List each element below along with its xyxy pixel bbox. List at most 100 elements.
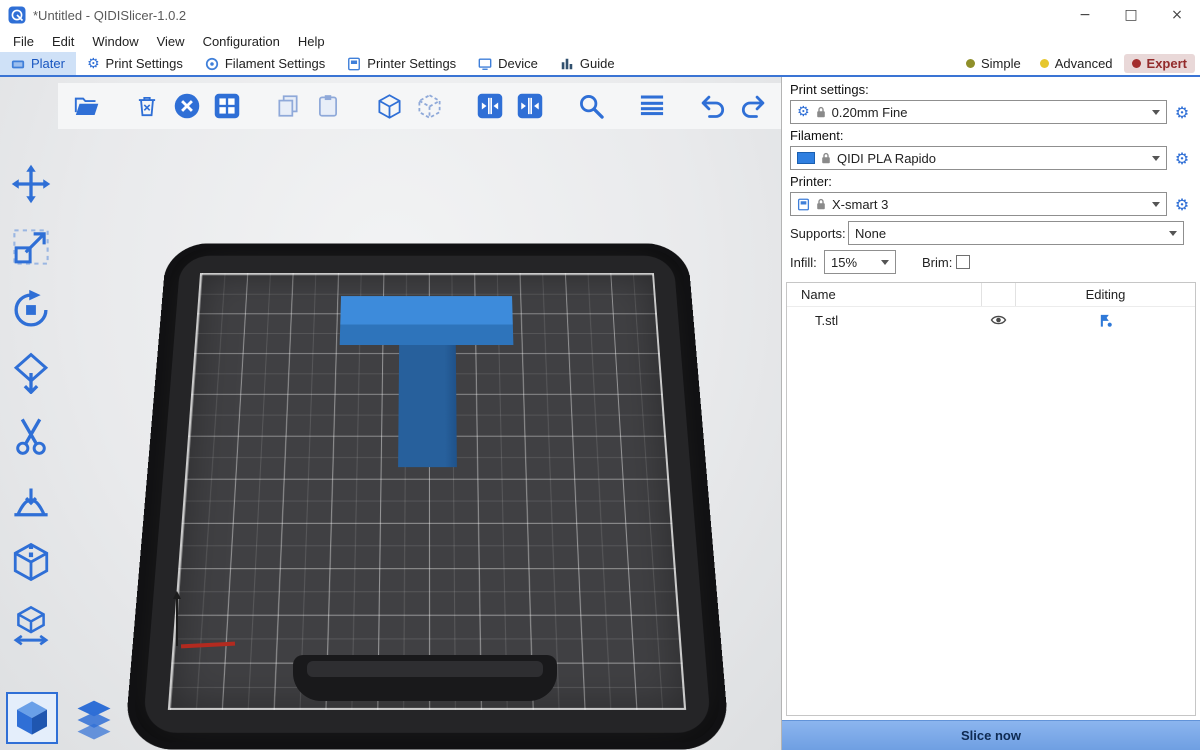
remove-instance-button[interactable] — [415, 92, 443, 120]
menu-edit[interactable]: Edit — [43, 32, 83, 51]
menu-help[interactable]: Help — [289, 32, 334, 51]
filament-color-swatch — [797, 152, 815, 164]
open-button[interactable] — [72, 92, 100, 120]
menu-configuration[interactable]: Configuration — [194, 32, 289, 51]
move-tool-button[interactable] — [8, 161, 54, 207]
copy-button[interactable] — [274, 92, 302, 120]
visibility-column-header — [981, 283, 1015, 306]
mode-simple[interactable]: Simple — [958, 54, 1029, 73]
filament-value: QIDI PLA Rapido — [837, 151, 936, 166]
qidislicer-window: *Untitled - QIDISlicer-1.0.2 − □ × File … — [0, 0, 1200, 750]
seam-painting-tool-button[interactable] — [8, 539, 54, 585]
viewport-3d[interactable] — [0, 77, 782, 750]
printer-icon — [347, 57, 361, 71]
paste-icon — [315, 93, 341, 119]
settings-sidebar: Print settings: ⚙ 0.20mm Fine ⚙ Filament… — [782, 77, 1200, 750]
scale-icon — [10, 226, 52, 268]
tabbar: Plater ⚙ Print Settings Filament Setting… — [0, 52, 1200, 77]
print-settings-value: 0.20mm Fine — [832, 105, 908, 120]
tab-guide-label: Guide — [580, 56, 615, 71]
supports-combo[interactable]: None — [848, 221, 1184, 245]
object-name: T.stl — [787, 313, 981, 328]
split-parts-button[interactable] — [516, 92, 544, 120]
add-instance-button[interactable] — [375, 92, 403, 120]
mode-switcher: Simple Advanced Expert — [958, 52, 1200, 75]
print-settings-combo[interactable]: ⚙ 0.20mm Fine — [790, 100, 1167, 124]
variable-layer-height-button[interactable] — [638, 92, 666, 120]
arrange-button[interactable] — [213, 92, 241, 120]
brim-label: Brim: — [922, 255, 952, 270]
object-list-header: Name Editing — [787, 283, 1195, 307]
support-painting-icon — [10, 478, 52, 520]
print-settings-edit-button[interactable]: ⚙ — [1172, 100, 1192, 124]
tab-printer-settings[interactable]: Printer Settings — [336, 52, 467, 75]
chevron-down-icon — [1169, 231, 1177, 236]
printer-combo[interactable]: X-smart 3 — [790, 192, 1167, 216]
object-editing-button[interactable] — [1015, 313, 1195, 328]
model-bar-top-face — [340, 296, 513, 324]
paste-button[interactable] — [314, 92, 342, 120]
print-settings-label: Print settings: — [790, 82, 1192, 97]
filament-edit-button[interactable]: ⚙ — [1172, 146, 1192, 170]
preview-view-button[interactable] — [68, 692, 120, 744]
maximize-button[interactable]: □ — [1108, 0, 1154, 30]
device-monitor-icon — [478, 57, 492, 71]
place-on-face-icon — [10, 352, 52, 394]
support-painting-tool-button[interactable] — [8, 476, 54, 522]
redo-arrow-icon — [739, 92, 767, 121]
bed-grid — [168, 273, 686, 710]
measure-tool-button[interactable] — [8, 602, 54, 648]
mode-advanced[interactable]: Advanced — [1032, 54, 1121, 73]
print-settings-tab-icon: ⚙ — [87, 57, 100, 71]
chevron-down-icon — [1152, 110, 1160, 115]
move-icon — [10, 163, 52, 205]
editor-view-button[interactable] — [6, 692, 58, 744]
tab-guide[interactable]: Guide — [549, 52, 626, 75]
redo-button[interactable] — [739, 92, 767, 120]
tab-printer-settings-label: Printer Settings — [367, 56, 456, 71]
filament-spool-icon — [205, 57, 219, 71]
tab-filament-settings-label: Filament Settings — [225, 56, 325, 71]
brim-checkbox[interactable] — [956, 255, 970, 269]
bed-front-handle — [293, 655, 557, 701]
chevron-down-icon — [1152, 202, 1160, 207]
cut-tool-button[interactable] — [8, 413, 54, 459]
mode-expert-label: Expert — [1147, 56, 1187, 71]
tab-plater-label: Plater — [31, 56, 65, 71]
simple-mode-dot-icon — [966, 59, 975, 68]
lock-icon — [816, 198, 826, 210]
split-objects-icon — [476, 92, 504, 120]
open-folder-icon — [73, 93, 100, 120]
printer-edit-button[interactable]: ⚙ — [1172, 192, 1192, 216]
scene — [0, 77, 781, 750]
layer-height-icon — [638, 92, 666, 120]
place-on-face-tool-button[interactable] — [8, 350, 54, 396]
filament-combo[interactable]: QIDI PLA Rapido — [790, 146, 1167, 170]
visibility-toggle[interactable] — [981, 313, 1015, 327]
menu-window[interactable]: Window — [83, 32, 147, 51]
minimize-button[interactable]: − — [1062, 0, 1108, 30]
split-objects-button[interactable] — [476, 92, 504, 120]
rotate-tool-button[interactable] — [8, 287, 54, 333]
infill-combo[interactable]: 15% — [824, 250, 896, 274]
list-item[interactable]: T.stl — [787, 307, 1195, 333]
scale-tool-button[interactable] — [8, 224, 54, 270]
menu-view[interactable]: View — [148, 32, 194, 51]
slice-now-button[interactable]: Slice now — [782, 720, 1200, 750]
close-button[interactable]: × — [1154, 0, 1200, 30]
tab-plater[interactable]: Plater — [0, 52, 76, 75]
editing-icon — [1098, 313, 1113, 328]
delete-button[interactable] — [133, 92, 161, 120]
infill-label: Infill: — [790, 255, 824, 270]
tab-device[interactable]: Device — [467, 52, 549, 75]
undo-arrow-icon — [699, 92, 727, 121]
menu-file[interactable]: File — [4, 32, 43, 51]
search-button[interactable] — [577, 92, 605, 120]
tab-print-settings[interactable]: ⚙ Print Settings — [76, 52, 194, 75]
seam-painting-icon — [10, 541, 52, 583]
tab-filament-settings[interactable]: Filament Settings — [194, 52, 336, 75]
undo-button[interactable] — [699, 92, 727, 120]
remove-instance-cube-icon — [416, 93, 443, 120]
mode-expert[interactable]: Expert — [1124, 54, 1195, 73]
delete-all-button[interactable] — [173, 92, 201, 120]
